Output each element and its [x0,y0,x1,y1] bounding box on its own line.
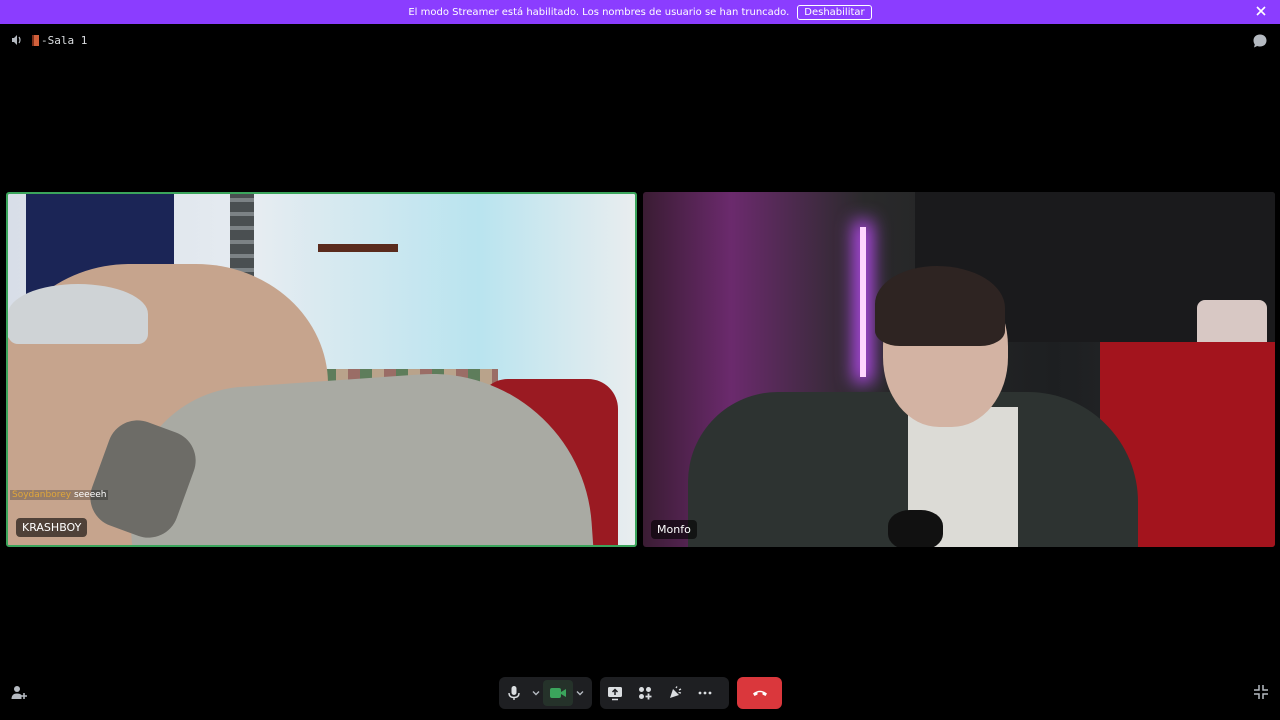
hang-up-button[interactable] [737,677,782,709]
video-tile-krashboy[interactable]: Soydanborey seeeeh KRASHBOY [6,192,637,547]
chevron-down-icon[interactable] [529,680,543,706]
video-tile-monfo[interactable]: Monfo [643,192,1275,547]
camera-button[interactable] [543,680,573,706]
speaker-icon [10,33,24,47]
channel-name: -Sala 1 [41,34,88,47]
disable-streamer-mode-button[interactable]: Deshabilitar [797,4,872,20]
channel-title: -Sala 1 [32,34,87,47]
participant-name: Monfo [651,520,697,539]
overlay-username: Soydanborey [12,490,72,500]
activity-controls [600,677,729,709]
soundboard-button[interactable] [660,680,690,706]
activities-button[interactable] [630,680,660,706]
screen-share-button[interactable] [600,680,630,706]
participant-name: KRASHBOY [16,518,88,537]
call-controls [0,677,1280,709]
close-icon[interactable] [1254,4,1268,18]
door-icon [32,35,39,46]
stream-chat-overlay: Soydanborey seeeeh [10,490,109,500]
streamer-mode-message: El modo Streamer está habilitado. Los no… [408,6,790,18]
more-options-button[interactable] [690,680,720,706]
media-controls [499,677,592,709]
microphone-button[interactable] [499,680,529,706]
chat-bubble-icon[interactable] [1252,33,1268,49]
voice-channel-header: -Sala 1 [0,30,1280,52]
streamer-mode-banner: El modo Streamer está habilitado. Los no… [0,0,1280,24]
overlay-message: seeeeh [73,490,107,500]
video-feed [643,192,1275,547]
chevron-down-icon[interactable] [573,680,587,706]
